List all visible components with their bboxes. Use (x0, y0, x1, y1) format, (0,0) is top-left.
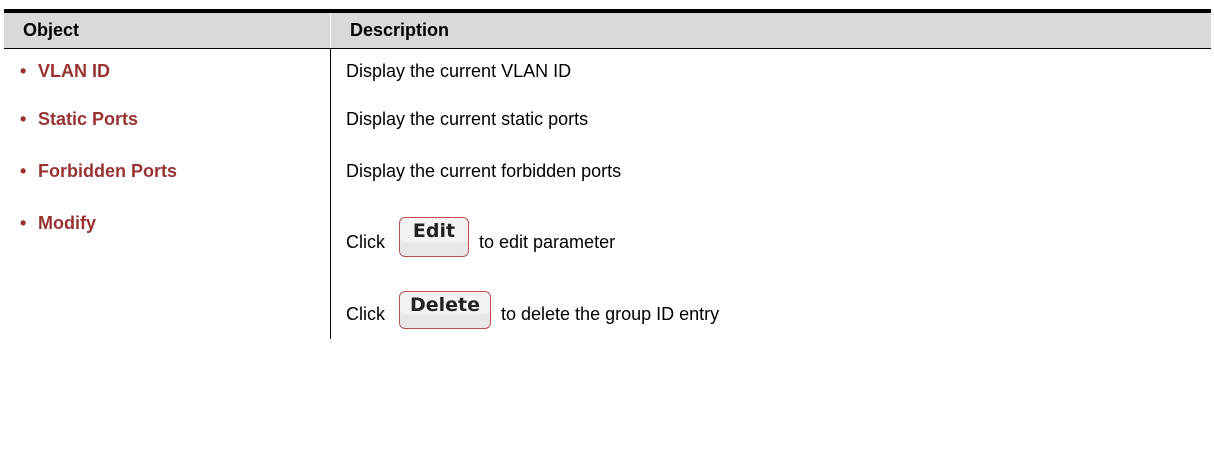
object-label-forbidden-ports: Forbidden Ports (38, 161, 177, 181)
table-row: • Modify Click Edit to edit parameter Cli… (4, 201, 1211, 339)
table-header-row: Object Description (4, 13, 1211, 49)
object-cell: • Static Ports (4, 97, 330, 149)
description-cell: Click Edit to edit parameter Click Delet… (330, 201, 1211, 339)
object-cell: • VLAN ID (4, 49, 330, 97)
bullet-icon: • (20, 109, 27, 129)
delete-button[interactable]: Delete (399, 291, 491, 329)
header-object: Object (23, 20, 80, 40)
object-cell: • Modify (4, 201, 330, 339)
object-label-static-ports: Static Ports (38, 109, 139, 129)
object-label-modify: Modify (38, 213, 96, 233)
delete-description: to delete the group ID entry (501, 304, 720, 324)
edit-button[interactable]: Edit (399, 217, 469, 257)
bullet-icon: • (20, 61, 27, 81)
object-description-table: Object Description • VLAN ID Display the … (4, 9, 1211, 339)
object-cell: • Forbidden Ports (4, 149, 330, 201)
description-cell: Display the current VLAN ID (330, 49, 1211, 97)
table-row: • VLAN ID Display the current VLAN ID (4, 49, 1211, 97)
object-label-vlan-id: VLAN ID (38, 61, 110, 81)
bullet-icon: • (20, 213, 27, 233)
table-row: • Forbidden Ports Display the current for… (4, 149, 1211, 201)
edit-description: to edit parameter (479, 232, 616, 252)
delete-instruction: Click Delete to delete the group ID entr… (346, 281, 1211, 329)
description-cell: Display the current static ports (330, 97, 1211, 149)
click-label: Click (346, 304, 385, 324)
bullet-icon: • (20, 161, 27, 181)
edit-instruction: Click Edit to edit parameter (346, 209, 1211, 257)
table-row: • Static Ports Display the current static… (4, 97, 1211, 149)
description-cell: Display the current forbidden ports (330, 149, 1211, 201)
click-label: Click (346, 232, 385, 252)
header-description: Description (330, 13, 1211, 48)
